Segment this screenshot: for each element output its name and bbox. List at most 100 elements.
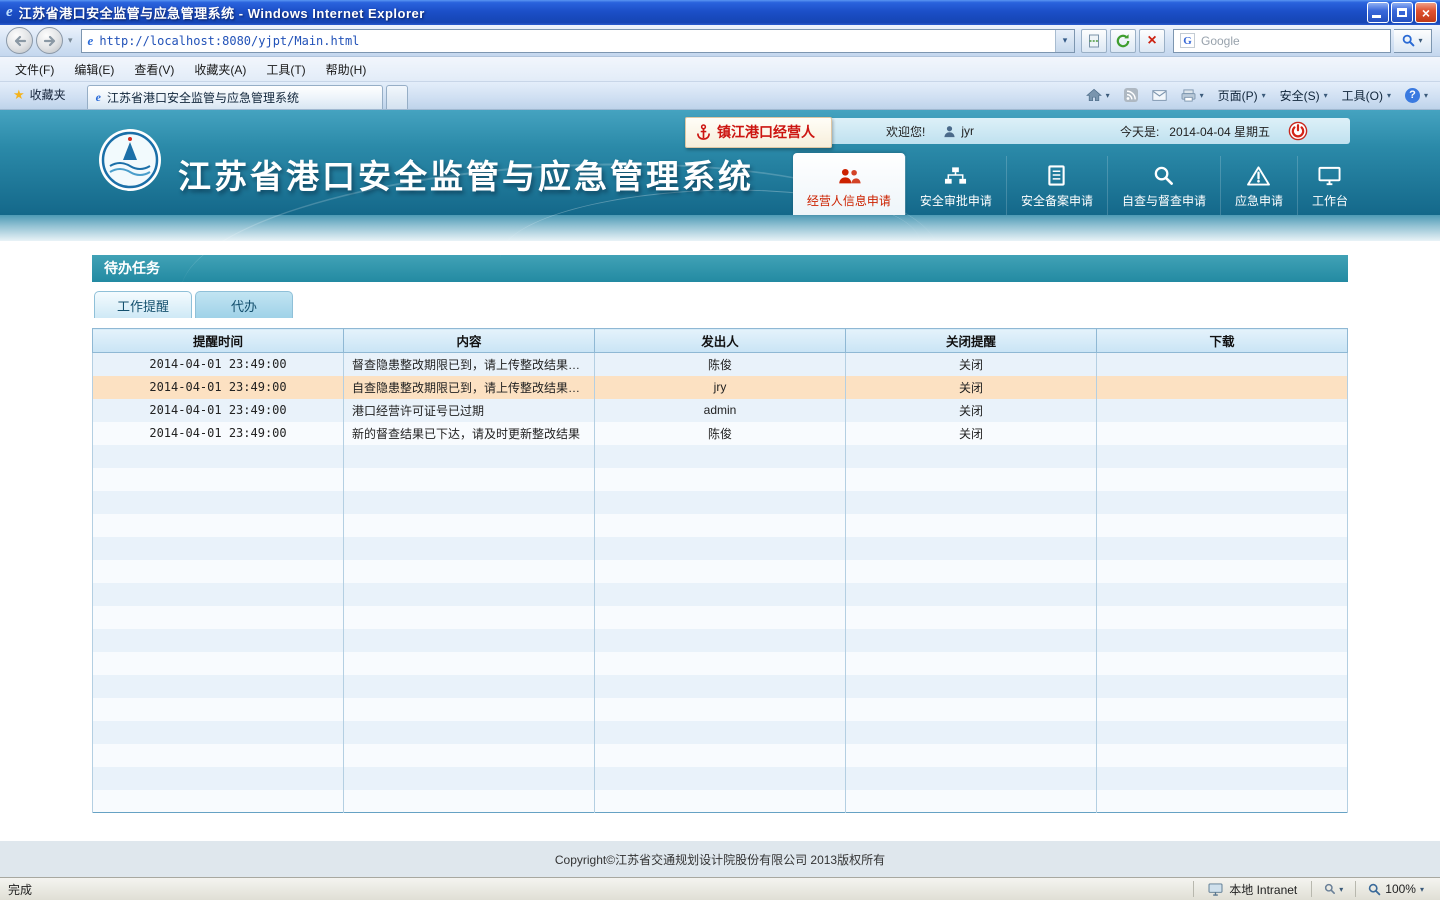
- cell-time: [93, 491, 344, 514]
- compatibility-view-button[interactable]: [1081, 29, 1107, 53]
- forward-button[interactable]: [36, 27, 63, 54]
- zoom-control[interactable]: 100% ▾: [1360, 882, 1432, 896]
- refresh-button[interactable]: [1110, 29, 1136, 53]
- site-header: 江苏省港口安全监管与应急管理系统 镇江港口经营人 欢迎您! jyr: [0, 110, 1440, 215]
- home-button[interactable]: ▾: [1080, 83, 1116, 107]
- tools-menu-caret-icon: ▾: [1387, 91, 1391, 100]
- logout-button[interactable]: [1288, 121, 1308, 141]
- search-input[interactable]: Google: [1201, 34, 1240, 48]
- role-badge: 镇江港口经营人: [685, 117, 832, 148]
- close-window-button[interactable]: ×: [1415, 2, 1437, 23]
- help-button[interactable]: ? ▾: [1399, 83, 1434, 107]
- back-button[interactable]: [6, 27, 33, 54]
- cell-sender: [595, 560, 846, 583]
- cell-download: [1097, 537, 1348, 560]
- close-reminder-link[interactable]: 关闭: [846, 353, 1097, 376]
- read-mail-button[interactable]: [1146, 83, 1173, 107]
- cell-content: [344, 767, 595, 790]
- cell-sender: [595, 537, 846, 560]
- recent-pages-dropdown[interactable]: ▾: [66, 35, 75, 46]
- zoom-page-caret-icon: ▾: [1339, 885, 1343, 894]
- empty-row: [93, 560, 1348, 583]
- cell-time: [93, 698, 344, 721]
- cell-time: [93, 445, 344, 468]
- nav-item-safety-approval[interactable]: 安全审批申请: [905, 156, 1006, 215]
- document-icon: [1047, 162, 1066, 186]
- cell-close: [846, 790, 1097, 813]
- cell-download: [1097, 468, 1348, 491]
- zoom-magnifier-icon: [1368, 883, 1381, 896]
- search-button[interactable]: ▾: [1394, 29, 1432, 53]
- print-button[interactable]: ▾: [1175, 83, 1210, 107]
- cell-time: 2014-04-01 23:49:00: [93, 353, 344, 376]
- intranet-zone-icon: [1208, 883, 1223, 896]
- feeds-button[interactable]: [1118, 83, 1144, 107]
- page-favicon-icon: e: [82, 33, 100, 49]
- cell-sender: [595, 468, 846, 491]
- cell-close: [846, 698, 1097, 721]
- security-menu-label: 安全(S): [1280, 87, 1320, 104]
- search-box[interactable]: G Google: [1173, 29, 1391, 53]
- close-reminder-link[interactable]: 关闭: [846, 399, 1097, 422]
- compatibility-view-icon: [1087, 34, 1101, 48]
- stop-button[interactable]: ×: [1139, 29, 1165, 53]
- cell-sender: [595, 652, 846, 675]
- address-history-dropdown[interactable]: ▾: [1055, 30, 1074, 52]
- column-header-sender: 发出人: [595, 329, 846, 353]
- reminder-row: 2014-04-01 23:49:00督查隐患整改期限已到，请上传整改结果…陈俊…: [93, 353, 1348, 376]
- cell-download: [1097, 560, 1348, 583]
- close-reminder-link[interactable]: 关闭: [846, 422, 1097, 445]
- tab-title: 江苏省港口安全监管与应急管理系统: [107, 89, 299, 106]
- column-header-time: 提醒时间: [93, 329, 344, 353]
- nav-item-safety-filing[interactable]: 安全备案申请: [1006, 156, 1107, 215]
- nav-item-inspection[interactable]: 自查与督查申请: [1107, 156, 1220, 215]
- minimize-button[interactable]: [1367, 2, 1389, 23]
- favorites-button[interactable]: ★ 收藏夹: [4, 82, 75, 109]
- menu-item-edit[interactable]: 编辑(E): [65, 58, 123, 81]
- status-separator: [1193, 881, 1194, 897]
- empty-row: [93, 606, 1348, 629]
- user-icon: [943, 125, 956, 138]
- cell-time: [93, 790, 344, 813]
- nav-item-workbench[interactable]: 工作台: [1297, 156, 1362, 215]
- cell-close: [846, 514, 1097, 537]
- close-icon: ×: [1422, 6, 1430, 20]
- tools-menu-button[interactable]: 工具(O) ▾: [1336, 83, 1397, 107]
- cell-time: [93, 652, 344, 675]
- empty-row: [93, 468, 1348, 491]
- cell-content: [344, 514, 595, 537]
- cell-close: [846, 583, 1097, 606]
- page-menu-button[interactable]: 页面(P) ▾: [1212, 83, 1272, 107]
- menu-item-tools[interactable]: 工具(T): [257, 58, 314, 81]
- menu-item-file[interactable]: 文件(F): [6, 58, 63, 81]
- cell-time: [93, 468, 344, 491]
- security-menu-button[interactable]: 安全(S) ▾: [1274, 83, 1334, 107]
- close-reminder-link[interactable]: 关闭: [846, 376, 1097, 399]
- new-tab-stub[interactable]: [386, 85, 408, 109]
- nav-item-operator-info[interactable]: 经营人信息申请: [793, 153, 905, 215]
- menu-item-view[interactable]: 查看(V): [125, 58, 183, 81]
- cell-content: [344, 468, 595, 491]
- cell-sender: [595, 445, 846, 468]
- menu-item-favorites[interactable]: 收藏夹(A): [185, 58, 255, 81]
- cell-time: [93, 606, 344, 629]
- menu-item-help[interactable]: 帮助(H): [317, 58, 376, 81]
- empty-row: [93, 537, 1348, 560]
- minimize-icon: [1372, 15, 1381, 18]
- cell-content: [344, 537, 595, 560]
- empty-row: [93, 767, 1348, 790]
- cell-sender: [595, 606, 846, 629]
- tab-work-reminder[interactable]: 工作提醒: [94, 291, 192, 318]
- nav-item-emergency[interactable]: 应急申请: [1220, 156, 1297, 215]
- mail-icon: [1152, 90, 1167, 101]
- page-zoom-button[interactable]: ▾: [1316, 883, 1351, 895]
- address-url[interactable]: http://localhost:8080/yjpt/Main.html: [99, 34, 1055, 48]
- address-bar[interactable]: e http://localhost:8080/yjpt/Main.html ▾: [81, 29, 1075, 53]
- maximize-button[interactable]: [1391, 2, 1413, 23]
- empty-row: [93, 514, 1348, 537]
- cell-close: [846, 675, 1097, 698]
- browser-tab[interactable]: e 江苏省港口安全监管与应急管理系统: [87, 85, 383, 109]
- browser-window: e 江苏省港口安全监管与应急管理系统 - Windows Internet Ex…: [0, 0, 1440, 900]
- back-arrow-icon: [13, 34, 27, 48]
- tab-agenda[interactable]: 代办: [195, 291, 293, 318]
